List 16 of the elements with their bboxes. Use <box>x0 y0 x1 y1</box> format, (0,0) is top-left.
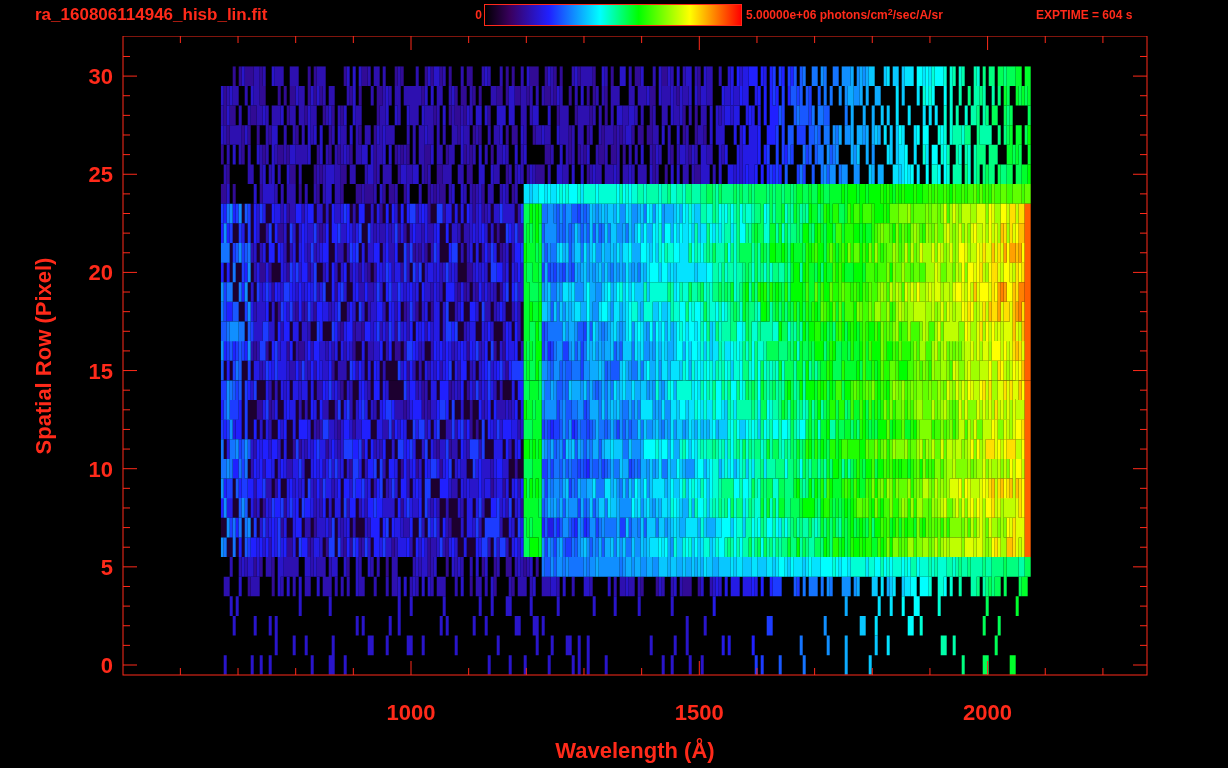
y-tick-label: 15 <box>88 358 113 384</box>
y-tick-label: 10 <box>88 456 113 482</box>
y-axis-label: Spatial Row (Pixel) <box>31 257 56 455</box>
x-tick-label: 1000 <box>386 700 436 725</box>
colorbar-min-label: 0 <box>474 7 482 24</box>
y-tick-label: 30 <box>88 64 113 90</box>
colorbar-max-label: 5.00000e+06 photons/cm$^{2}$/sec/A/sr <box>746 5 944 24</box>
y-tick-label: 25 <box>88 162 113 188</box>
y-tick-label: 5 <box>100 554 113 580</box>
file-title: ra_160806114946_hisb_lin.fit <box>35 5 269 25</box>
y-tick-label: 20 <box>88 260 113 286</box>
exposure-time: EXPTIME = 604 s <box>1036 7 1133 24</box>
y-tick-label: 0 <box>100 653 113 678</box>
x-tick-label: 1500 <box>674 700 724 725</box>
x-tick-label: 2000 <box>963 700 1013 725</box>
x-axis-label: Wavelength (Å) <box>555 738 715 763</box>
